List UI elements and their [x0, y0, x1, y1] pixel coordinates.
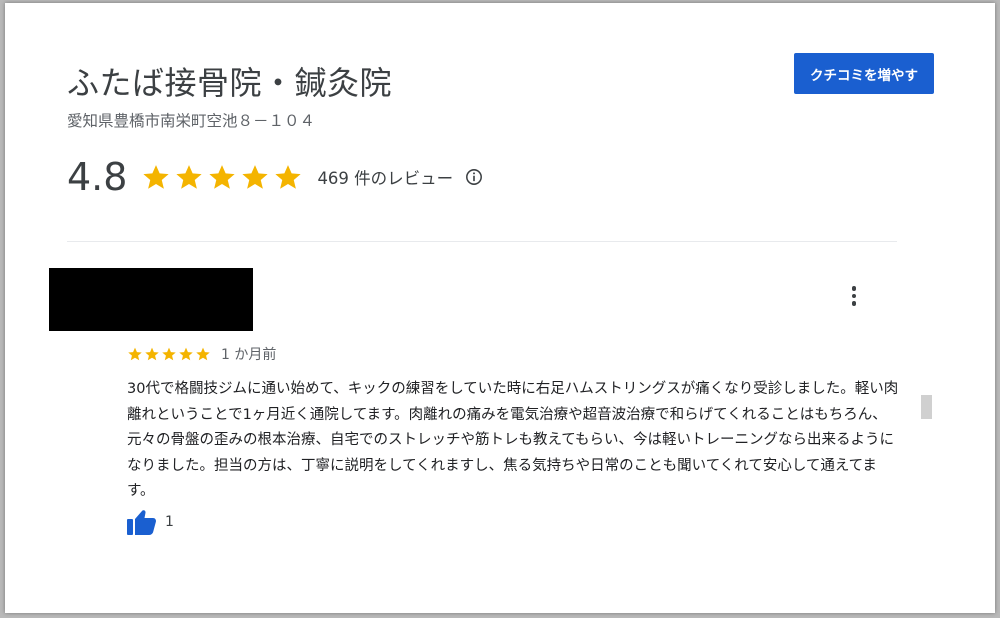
scrollbar-thumb[interactable] [921, 395, 932, 419]
get-more-reviews-button[interactable]: クチコミを増やす [794, 53, 934, 94]
star-icon [143, 165, 170, 189]
info-icon[interactable] [465, 168, 483, 186]
review-time: 1 か月前 [221, 347, 277, 363]
divider [67, 241, 897, 242]
review-text: 30代で格闘技ジムに通い始めて、キックの練習をしていた時に右足ハムストリングスが… [127, 381, 899, 499]
thumbs-up-icon[interactable] [127, 509, 157, 535]
reviewer-info-redacted [49, 268, 253, 331]
review-meta: 1 か月前 [127, 344, 276, 364]
star-icon [242, 165, 269, 189]
star-icon [145, 347, 159, 361]
star-icon [196, 347, 210, 361]
star-icon [209, 165, 236, 189]
review-stars [127, 346, 211, 362]
star-icon [162, 347, 176, 361]
rating-stars [141, 162, 303, 192]
review-count: 469 件のレビュー [317, 169, 454, 188]
star-icon [275, 165, 302, 189]
more-options-icon[interactable] [843, 281, 865, 311]
like-row: 1 [127, 508, 174, 536]
star-icon [176, 165, 203, 189]
star-icon [128, 347, 142, 361]
business-address: 愛知県豊橋市南栄町空池８－１０４ [67, 112, 316, 130]
rating-summary: 4.8 469 件のレビュー [67, 153, 483, 201]
star-icon [179, 347, 193, 361]
business-name: ふたば接骨院・鍼灸院 [67, 64, 393, 102]
reviews-dialog: ふたば接骨院・鍼灸院 愛知県豊橋市南栄町空池８－１０４ クチコミを増やす 4.8… [5, 3, 995, 613]
average-rating: 4.8 [67, 155, 128, 199]
like-count: 1 [165, 514, 174, 530]
